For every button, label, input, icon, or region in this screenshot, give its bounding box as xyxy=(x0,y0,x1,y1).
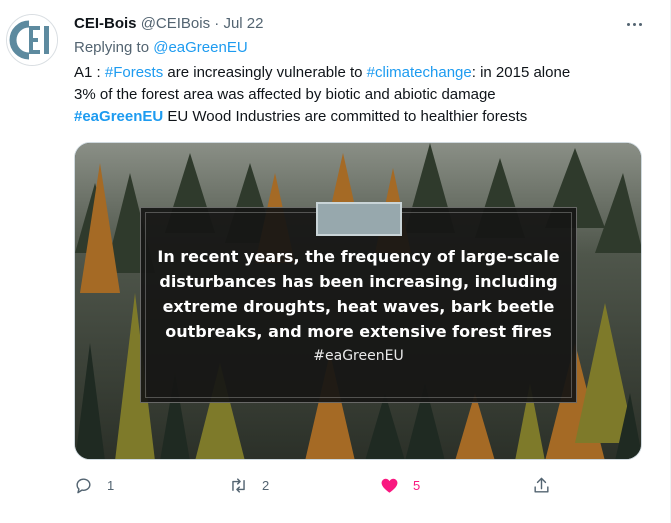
quote-line: extreme droughts, heat waves, bark beetl… xyxy=(162,297,555,316)
text-segment: A1 : xyxy=(74,64,105,81)
quote-text: In recent years, the frequency of large-… xyxy=(151,244,566,344)
heart-icon xyxy=(381,478,398,493)
share-button[interactable] xyxy=(532,476,551,495)
tweet-actions: 1 2 5 xyxy=(74,476,634,498)
quote-line: In recent years, the frequency of large-… xyxy=(157,247,560,266)
reply-count: 1 xyxy=(107,478,115,493)
reply-to-link[interactable]: @eaGreenEU xyxy=(153,39,247,56)
reply-icon xyxy=(76,478,91,494)
tweet-header: CEI-Bois @CEIBois · Jul 22 xyxy=(74,14,263,34)
retweet-icon xyxy=(232,478,245,493)
more-icon[interactable] xyxy=(622,12,646,36)
author-name[interactable]: CEI-Bois xyxy=(74,15,137,32)
separator-dot: · xyxy=(214,15,220,32)
author-handle[interactable]: @CEIBois xyxy=(141,15,210,32)
text-segment: EU Wood Industries are committed to heal… xyxy=(163,108,528,125)
share-icon xyxy=(534,477,549,493)
hashtag-climatechange-link[interactable]: #climatechange xyxy=(367,64,472,81)
quote-card: In recent years, the frequency of large-… xyxy=(140,202,577,403)
hashtag-forests-link[interactable]: #Forests xyxy=(105,64,163,81)
like-button[interactable]: 5 xyxy=(380,476,420,495)
tweet-text-line-3: #eaGreenEU EU Wood Industries are commit… xyxy=(74,106,649,128)
reply-context: Replying to @eaGreenEU xyxy=(74,38,248,58)
image-hashtag: #eaGreenEU xyxy=(313,348,404,364)
retweet-count: 2 xyxy=(262,478,270,493)
reply-button[interactable]: 1 xyxy=(74,476,114,495)
text-segment: are increasingly vulnerable to xyxy=(163,64,367,81)
tweet-date[interactable]: Jul 22 xyxy=(223,15,263,32)
quote-line: disturbances has been increasing, includ… xyxy=(159,272,558,291)
retweet-button[interactable]: 2 xyxy=(229,476,269,495)
cei-bois-logo xyxy=(7,15,57,65)
text-segment: : in 2015 alone xyxy=(471,64,571,81)
quote-line: outbreaks, and more extensive forest fir… xyxy=(165,322,552,341)
tweet-text-line-2: 3% of the forest area was affected by bi… xyxy=(74,86,496,103)
avatar[interactable] xyxy=(6,14,58,66)
like-count: 5 xyxy=(413,478,421,493)
reply-prefix: Replying to xyxy=(74,39,150,56)
tweet[interactable]: CEI-Bois @CEIBois · Jul 22 Replying to @… xyxy=(0,0,671,523)
hashtag-eagreeneu-link[interactable]: #eaGreenEU xyxy=(74,108,163,125)
tweet-image[interactable]: In recent years, the frequency of large-… xyxy=(74,142,642,460)
tweet-text-line-1: A1 : #Forests are increasingly vulnerabl… xyxy=(74,62,649,84)
tape-decoration xyxy=(316,202,402,236)
tweet-text: A1 : #Forests are increasingly vulnerabl… xyxy=(74,62,649,128)
